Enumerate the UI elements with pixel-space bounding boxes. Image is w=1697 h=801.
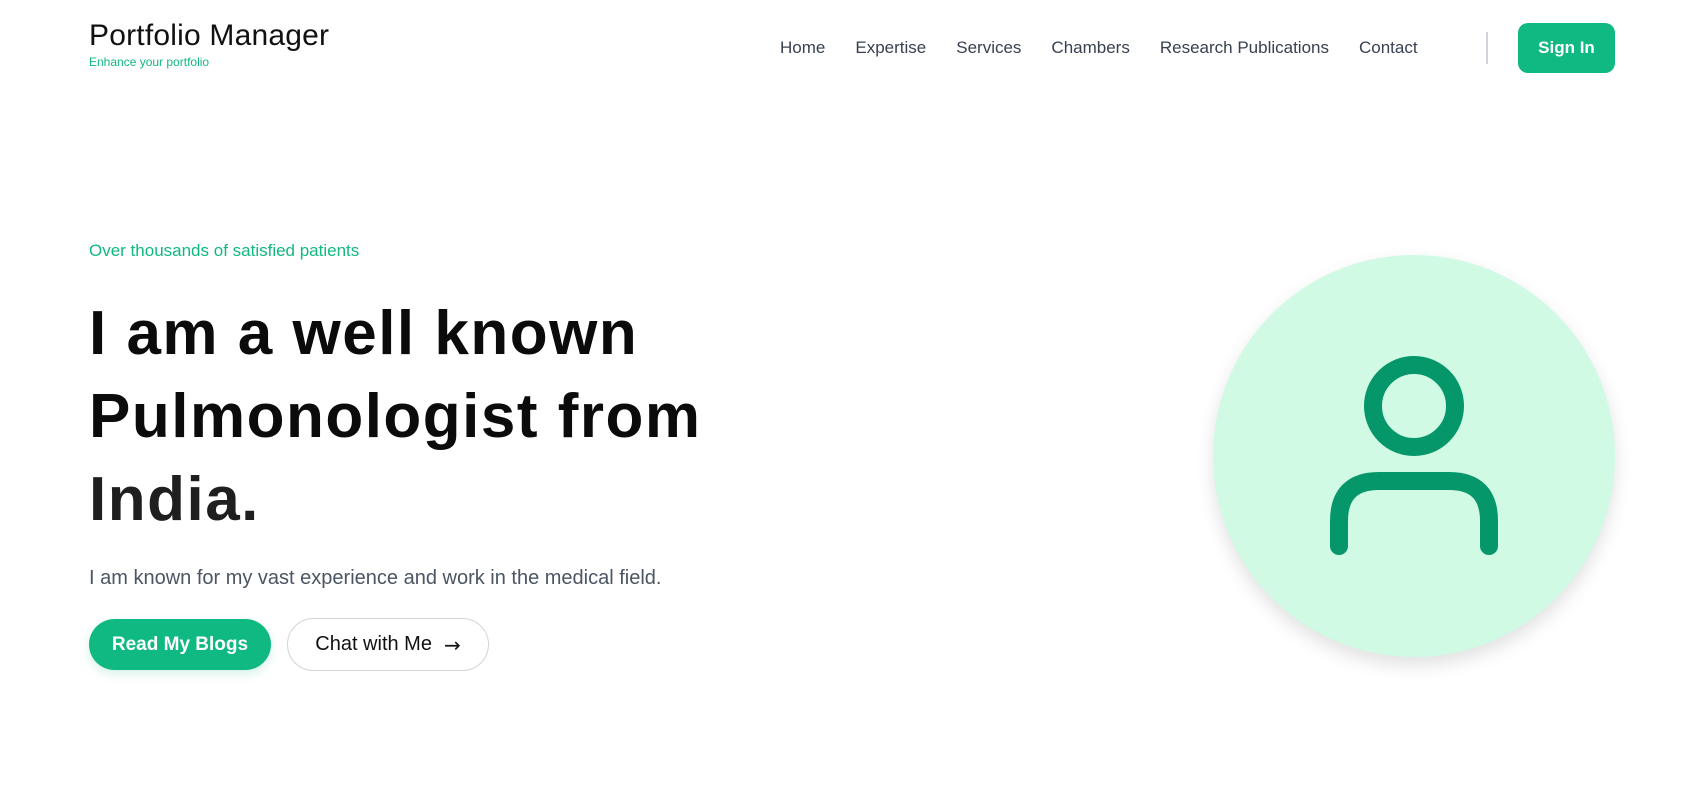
hero-eyebrow: Over thousands of satisfied patients: [89, 241, 360, 260]
site-header: Portfolio Manager Enhance your portfolio…: [0, 0, 1697, 96]
headline-line-3: India.: [89, 465, 260, 534]
arrow-right-icon: →: [443, 632, 461, 657]
hero-section: Over thousands of satisfied patients I a…: [89, 240, 849, 671]
cta-row: Read My Blogs Chat with Me →: [89, 618, 849, 671]
nav-research-publications[interactable]: Research Publications: [1160, 38, 1329, 58]
read-blogs-button[interactable]: Read My Blogs: [89, 619, 271, 670]
nav-services[interactable]: Services: [956, 38, 1021, 58]
nav-expertise[interactable]: Expertise: [855, 38, 926, 58]
nav-chambers[interactable]: Chambers: [1051, 38, 1129, 58]
main-nav: Home Expertise Services Chambers Researc…: [780, 36, 1418, 60]
headline-line-1: I am a well known: [89, 299, 639, 368]
sign-in-button[interactable]: Sign In: [1518, 23, 1615, 73]
user-icon: [1330, 356, 1498, 555]
nav-home[interactable]: Home: [780, 38, 825, 58]
headline-line-2: Pulmonologist from: [89, 382, 702, 451]
chat-button-label: Chat with Me: [315, 633, 432, 655]
brand-tagline: Enhance your portfolio: [89, 55, 210, 69]
chat-with-me-button[interactable]: Chat with Me →: [287, 618, 489, 671]
brand-title[interactable]: Portfolio Manager: [89, 18, 329, 54]
avatar: [1213, 255, 1615, 657]
nav-contact[interactable]: Contact: [1359, 38, 1418, 58]
brand[interactable]: Portfolio Manager Enhance your portfolio: [89, 18, 329, 69]
hero-headline: I am a well known Pulmonologist from Ind…: [89, 292, 849, 541]
hero-subtext: I am known for my vast experience and wo…: [89, 567, 662, 589]
nav-divider: [1486, 32, 1488, 64]
